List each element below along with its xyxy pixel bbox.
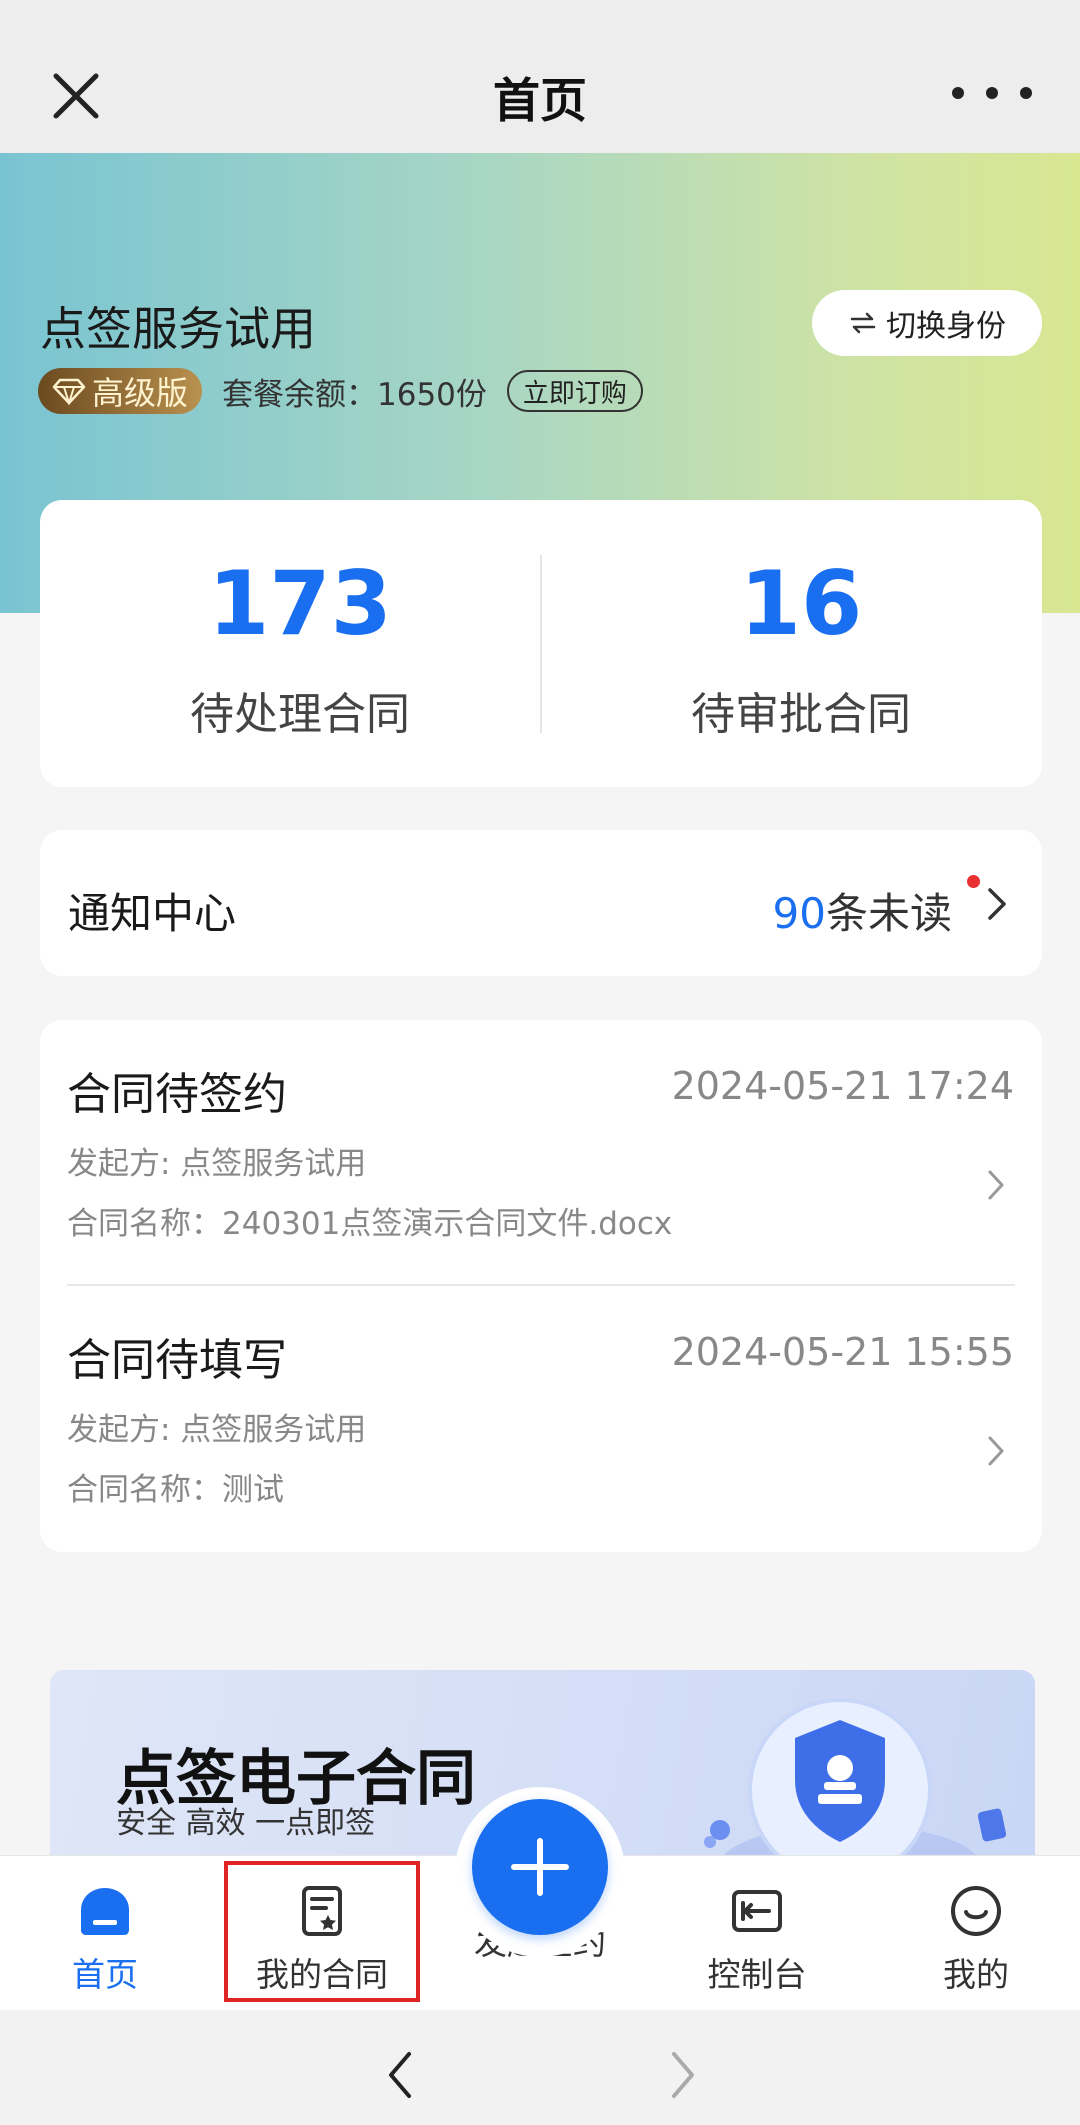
- switch-identity-label: 切换身份: [886, 309, 1006, 344]
- task-title: 合同待填写: [67, 1335, 287, 1386]
- home-icon: [81, 1888, 129, 1935]
- task-time: 2024-05-21 15:55: [671, 1330, 1014, 1374]
- tab-me[interactable]: 我的: [876, 1884, 1076, 1996]
- unread-count: 90条未读: [773, 880, 952, 941]
- chevron-right-icon: [988, 888, 1006, 920]
- task-item[interactable]: 合同待填写 2024-05-21 15:55 发起方: 点签服务试用 合同名称：…: [40, 1286, 1042, 1551]
- plan-row: 高级版 套餐余额：1650份 立即订购: [38, 367, 643, 415]
- swap-icon: [850, 312, 876, 334]
- switch-identity-button[interactable]: 切换身份: [812, 290, 1042, 356]
- banner-subtitle: 安全 高效 一点即签: [116, 1806, 376, 1841]
- stamp-shield-illustration: [704, 1698, 1007, 1870]
- buy-now-button[interactable]: 立即订购: [506, 370, 643, 412]
- pending-count: 173: [208, 552, 392, 655]
- approval-label: 待审批合同: [691, 689, 911, 740]
- approval-contracts-stat[interactable]: 16 待审批合同: [560, 560, 1042, 742]
- task-item[interactable]: 合同待签约 2024-05-21 17:24 发起方: 点签服务试用 合同名称：…: [40, 1020, 1042, 1285]
- tab-home-label: 首页: [72, 1955, 138, 1994]
- title-bar: 首页: [0, 0, 1080, 153]
- plus-icon: [511, 1838, 569, 1896]
- task-list: 合同待签约 2024-05-21 17:24 发起方: 点签服务试用 合同名称：…: [40, 1020, 1042, 1552]
- notification-center-row[interactable]: 通知中心 90条未读: [40, 830, 1042, 976]
- quota-text: 套餐余额：1650份: [222, 376, 487, 413]
- task-contract-name: 合同名称：240301点签演示合同文件.docx: [67, 1206, 673, 1242]
- browser-nav-bar: [0, 2010, 1080, 2125]
- pending-contracts-stat[interactable]: 173 待处理合同: [40, 560, 560, 742]
- highlight-box: [224, 1861, 420, 2002]
- stats-card: 173 待处理合同 16 待审批合同: [40, 500, 1042, 787]
- tab-home[interactable]: 首页: [5, 1884, 205, 1996]
- chevron-right-icon: [988, 1170, 1004, 1200]
- diamond-icon: [52, 378, 86, 405]
- forward-arrow-icon[interactable]: [668, 2050, 698, 2100]
- unread-suffix: 条未读: [825, 889, 952, 938]
- org-name: 点签服务试用: [40, 302, 316, 356]
- task-contract-name: 合同名称：测试: [67, 1472, 284, 1508]
- smile-profile-icon: [951, 1886, 1001, 1936]
- task-title: 合同待签约: [67, 1069, 287, 1120]
- tab-console[interactable]: 控制台: [657, 1884, 857, 1996]
- back-arrow-icon[interactable]: [385, 2050, 415, 2100]
- unread-dot: [967, 875, 980, 888]
- tier-badge: 高级版: [38, 368, 203, 414]
- fab-circle: [472, 1799, 608, 1935]
- stats-divider: [540, 555, 542, 733]
- tier-label: 高级版: [92, 374, 189, 412]
- unread-number: 90: [772, 889, 826, 938]
- notification-title: 通知中心: [68, 889, 237, 938]
- pending-label: 待处理合同: [190, 689, 410, 740]
- approval-count: 16: [739, 552, 863, 655]
- chevron-right-icon: [988, 1436, 1004, 1466]
- start-sign-fab[interactable]: [455, 1787, 625, 1957]
- page-title: 首页: [493, 74, 587, 129]
- console-icon: [732, 1890, 782, 1932]
- task-initiator: 发起方: 点签服务试用: [67, 1412, 367, 1448]
- task-time: 2024-05-21 17:24: [671, 1064, 1014, 1108]
- more-icon[interactable]: [946, 78, 1038, 108]
- tab-console-label: 控制台: [707, 1955, 807, 1994]
- task-initiator: 发起方: 点签服务试用: [67, 1146, 367, 1182]
- tab-me-label: 我的: [943, 1955, 1009, 1994]
